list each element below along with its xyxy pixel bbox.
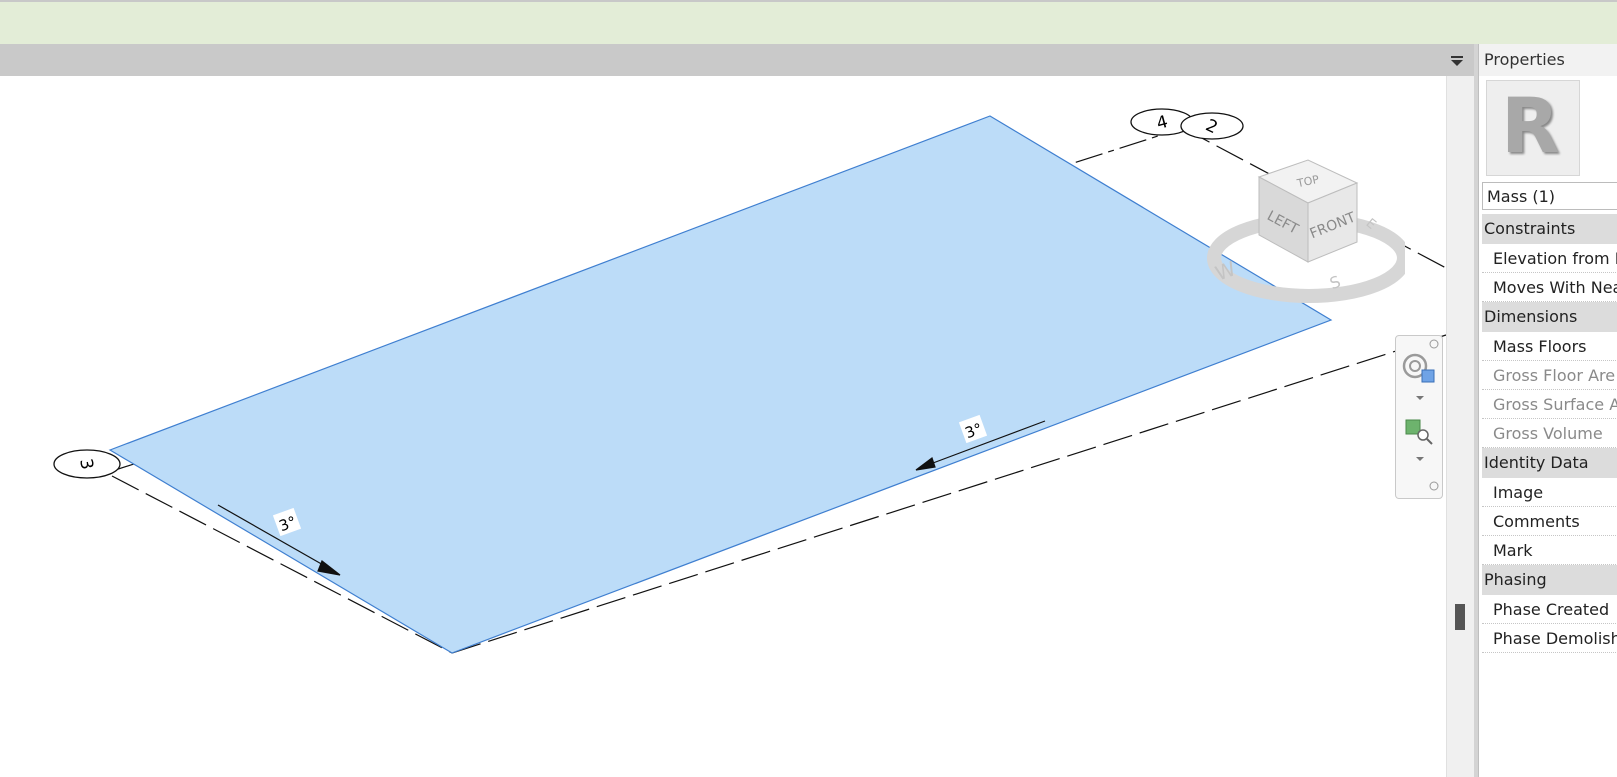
prop-row-moves-with-nearby[interactable]: Moves With Nea bbox=[1482, 273, 1617, 302]
prop-label: Gross Surface A bbox=[1493, 395, 1617, 414]
group-label: Dimensions bbox=[1484, 307, 1578, 326]
prop-row-image[interactable]: Image bbox=[1482, 478, 1617, 507]
scrollbar-thumb[interactable] bbox=[1455, 604, 1465, 630]
prop-row-comments[interactable]: Comments bbox=[1482, 507, 1617, 536]
group-label: Identity Data bbox=[1484, 453, 1589, 472]
steering-wheel-dropdown-icon[interactable] bbox=[1416, 396, 1424, 400]
view-menu-dropdown-icon[interactable] bbox=[1448, 53, 1466, 69]
group-label: Constraints bbox=[1484, 219, 1576, 238]
prop-label: Comments bbox=[1493, 512, 1580, 531]
prop-row-mark[interactable]: Mark bbox=[1482, 536, 1617, 565]
prop-label: Moves With Nea bbox=[1493, 278, 1617, 297]
zoom-dropdown-icon[interactable] bbox=[1416, 457, 1424, 461]
prop-label: Phase Created bbox=[1493, 600, 1610, 619]
navigation-bar bbox=[1395, 335, 1443, 499]
prop-row-gross-floor-area: Gross Floor Are bbox=[1482, 361, 1617, 390]
properties-title: Properties bbox=[1484, 50, 1565, 69]
nav-bar-close-icon[interactable] bbox=[1429, 339, 1439, 349]
prop-row-elevation[interactable]: Elevation from L bbox=[1482, 244, 1617, 273]
view-vertical-scrollbar[interactable] bbox=[1446, 76, 1474, 777]
properties-palette: Properties R Mass (1) Constraints Elevat… bbox=[1478, 44, 1617, 777]
prop-row-phase-created[interactable]: Phase Created bbox=[1482, 595, 1617, 624]
prop-label: Mass Floors bbox=[1493, 337, 1587, 356]
group-dimensions[interactable]: Dimensions bbox=[1482, 302, 1617, 332]
steering-wheel-icon[interactable] bbox=[1402, 353, 1435, 383]
prop-label: Image bbox=[1493, 483, 1544, 502]
nav-bar-options-icon[interactable] bbox=[1429, 481, 1439, 491]
prop-label: Gross Floor Are bbox=[1493, 366, 1616, 385]
group-identity-data[interactable]: Identity Data bbox=[1482, 448, 1617, 478]
viewcube[interactable]: TOP LEFT FRONT W S E bbox=[1205, 150, 1405, 310]
element-filter-label: Mass (1) bbox=[1487, 187, 1556, 206]
view-title-bar bbox=[0, 44, 1474, 76]
type-preview-image: R bbox=[1486, 80, 1580, 176]
group-label: Phasing bbox=[1484, 570, 1547, 589]
grid-bubble-3[interactable]: 3 bbox=[53, 449, 121, 479]
prop-label: Mark bbox=[1493, 541, 1533, 560]
prop-label: Phase Demolish bbox=[1493, 629, 1617, 648]
prop-label: Elevation from L bbox=[1493, 249, 1617, 268]
zoom-region-icon[interactable] bbox=[1405, 419, 1433, 445]
grid-bubble-2[interactable]: 2 bbox=[1180, 112, 1244, 140]
properties-list: Constraints Elevation from L Moves With … bbox=[1482, 214, 1617, 653]
mass-surface[interactable] bbox=[108, 115, 1333, 654]
group-constraints[interactable]: Constraints bbox=[1482, 214, 1617, 244]
prop-row-mass-floors[interactable]: Mass Floors bbox=[1482, 332, 1617, 361]
prop-row-gross-surface-area: Gross Surface A bbox=[1482, 390, 1617, 419]
group-phasing[interactable]: Phasing bbox=[1482, 565, 1617, 595]
prop-label: Gross Volume bbox=[1493, 424, 1603, 443]
prop-row-phase-demolished[interactable]: Phase Demolish bbox=[1482, 624, 1617, 653]
element-filter-selector[interactable]: Mass (1) bbox=[1482, 182, 1617, 210]
prop-row-gross-volume: Gross Volume bbox=[1482, 419, 1617, 448]
ribbon-status-strip bbox=[0, 0, 1617, 44]
revit-logo-icon: R bbox=[1501, 81, 1560, 170]
